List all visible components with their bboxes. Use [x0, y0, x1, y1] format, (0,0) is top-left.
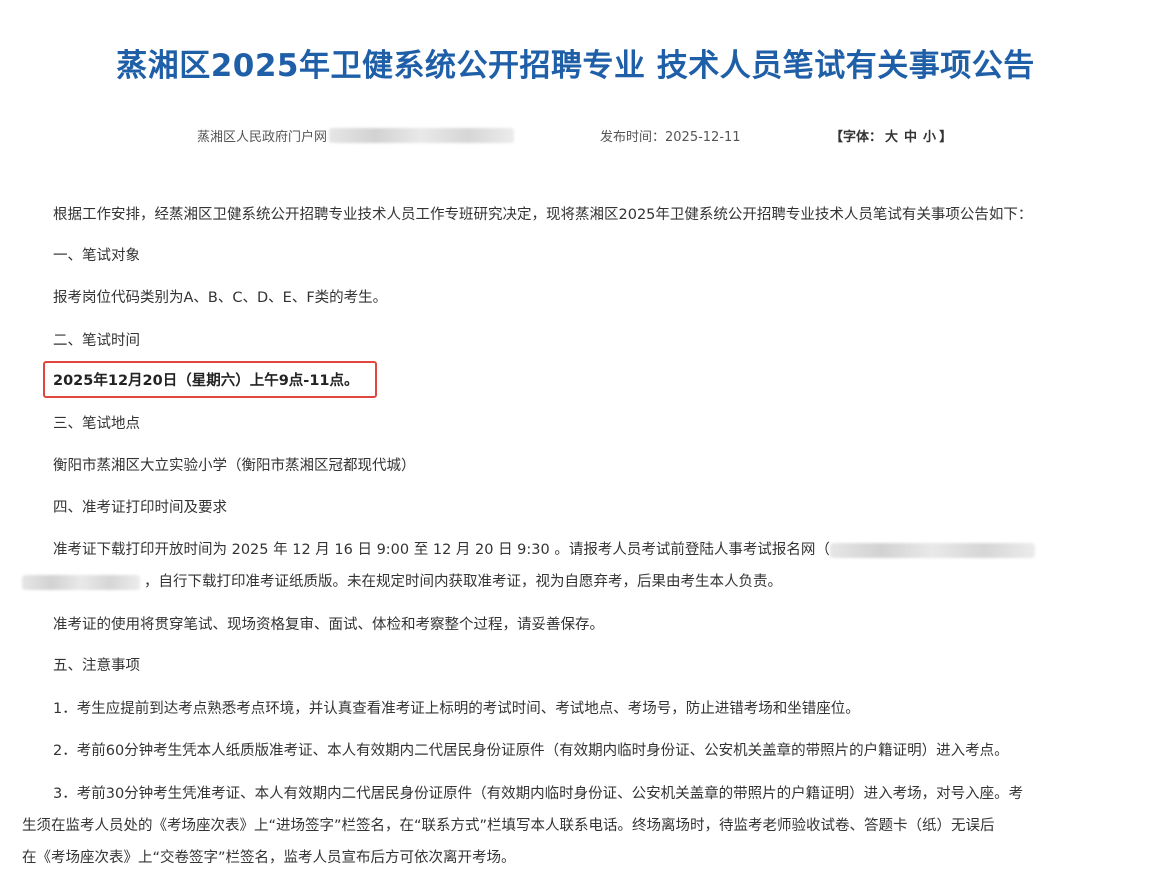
source-label: 蒸湘区人民政府门户网 — [197, 130, 328, 145]
font-medium-button[interactable]: 中 — [904, 130, 917, 145]
font-label: 【字体： — [830, 130, 883, 145]
meta-source: 蒸湘区人民政府门户网 — [197, 126, 515, 145]
section-1-title: 一、笔试对象 — [53, 248, 140, 264]
section-2-title: 二、笔试时间 — [53, 333, 140, 349]
section-5-item-1: 1．考生应提前到达考点熟悉考点环境，并认真查看准考证上标明的考试时间、考试地点、… — [53, 701, 860, 717]
section-4-text1: 准考证下载打印开放时间为 2025 年 12 月 16 日 9:00 至 12 … — [53, 542, 830, 558]
section-4-text-line2: ，自行下载打印准考证纸质版。未在规定时间内获取准考证，视为自愿弃考，后果由考生本… — [22, 572, 782, 592]
redacted-url-inline — [829, 542, 1035, 558]
section-5-item-3-line2: 生须在监考人员处的《考场座次表》上“进场签字”栏签名，在“联系方式”栏填写本人联… — [22, 818, 995, 834]
font-size-switcher: 【字体：大中小】 — [830, 126, 952, 145]
section-4-title: 四、准考证打印时间及要求 — [53, 500, 227, 516]
page-title: 蒸湘区2025年卫健系统公开招聘专业 技术人员笔试有关事项公告 — [116, 48, 1035, 84]
section-4-text2: ，自行下载打印准考证纸质版。未在规定时间内获取准考证，视为自愿弃考，后果由考生本… — [144, 574, 782, 590]
section-4-text3: 准考证的使用将贯穿笔试、现场资格复审、面试、体检和考察整个过程，请妥善保存。 — [53, 617, 604, 633]
redacted-url — [329, 128, 515, 143]
section-2-text: 2025年12月20日（星期六）上午9点-11点。 — [53, 373, 359, 389]
font-large-button[interactable]: 大 — [885, 130, 898, 145]
font-small-button[interactable]: 小 — [923, 130, 936, 145]
section-3-title: 三、笔试地点 — [53, 416, 140, 432]
section-3-text: 衡阳市蒸湘区大立实验小学（衡阳市蒸湘区冠都现代城） — [53, 458, 416, 474]
section-5-item-3-line3: 在《考场座次表》上“交卷签字”栏签名，监考人员宣布后方可依次离开考场。 — [22, 850, 516, 866]
font-label-close: 】 — [939, 130, 953, 145]
publish-time: 发布时间：2025-12-11 — [600, 130, 741, 145]
section-5-title: 五、注意事项 — [53, 658, 140, 674]
section-4-text-line1: 准考证下载打印开放时间为 2025 年 12 月 16 日 9:00 至 12 … — [53, 540, 1035, 560]
redacted-url-inline-2 — [22, 574, 140, 590]
section-1-text: 报考岗位代码类别为A、B、C、D、E、F类的考生。 — [53, 290, 388, 306]
section-5-item-3-line1: 3．考前30分钟考生凭准考证、本人有效期内二代居民身份证原件（有效期内临时身份证… — [53, 786, 1024, 802]
section-5-item-2: 2．考前60分钟考生凭本人纸质版准考证、本人有效期内二代居民身份证原件（有效期内… — [53, 743, 1009, 759]
intro-paragraph: 根据工作安排，经蒸湘区卫健系统公开招聘专业技术人员工作专班研究决定，现将蒸湘区2… — [53, 207, 1033, 223]
